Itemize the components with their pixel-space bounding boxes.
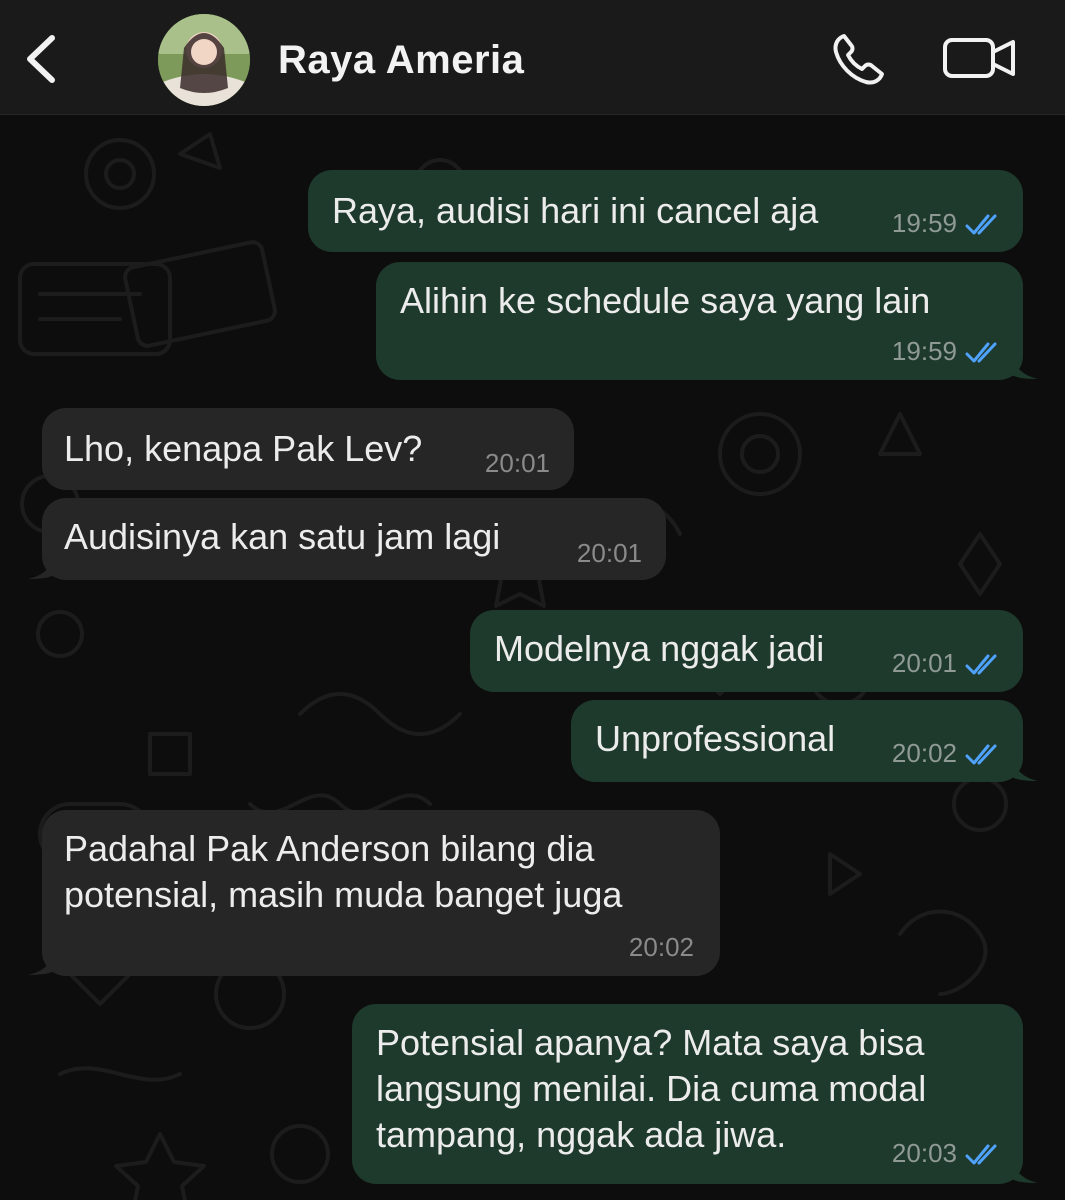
chat-header: Raya Ameria — [0, 0, 1065, 115]
message-meta: 19:59 — [892, 336, 1003, 366]
message-text: Potensial apanya? Mata saya bisa langsun… — [376, 1022, 927, 1155]
message-meta: 20:03 — [892, 1138, 1003, 1168]
message-time: 19:59 — [891, 336, 957, 366]
message-bubble-outgoing[interactable]: Potensial apanya? Mata saya bisa langsun… — [352, 1004, 1023, 1184]
message-text: Alihin ke schedule saya yang lain — [400, 280, 931, 321]
chevron-left-icon — [27, 35, 55, 83]
message-meta: 20:01 — [892, 648, 1003, 678]
back-button[interactable] — [20, 32, 64, 86]
message-text: Lho, kenapa Pak Lev? — [64, 428, 423, 469]
message-text: Audisinya kan satu jam lagi — [64, 516, 501, 557]
message-meta: 20:01 — [577, 538, 642, 568]
message-meta: 20:02 — [629, 932, 694, 962]
message-time: 20:01 — [891, 648, 957, 678]
message-time: 20:01 — [484, 448, 550, 478]
voice-call-button[interactable] — [830, 30, 892, 86]
bubble-tail — [28, 950, 56, 975]
message-time: 20:02 — [628, 932, 694, 962]
read-receipt-icon — [965, 342, 997, 363]
video-call-button[interactable] — [942, 34, 1018, 82]
bubble-tail — [1010, 352, 1038, 379]
message-text: Padahal Pak Anderson bilang dia potensia… — [64, 828, 623, 915]
message-bubble-incoming[interactable]: Padahal Pak Anderson bilang dia potensia… — [42, 810, 720, 976]
video-camera-icon — [943, 38, 1015, 78]
message-time: 19:59 — [891, 208, 957, 238]
message-text: Raya, audisi hari ini cancel aja — [332, 190, 819, 231]
bubble-tail — [1010, 1156, 1038, 1183]
message-meta: 20:01 — [485, 448, 550, 478]
message-meta: 19:59 — [892, 208, 1003, 238]
message-time: 20:02 — [891, 738, 957, 768]
message-bubble-outgoing[interactable]: Raya, audisi hari ini cancel aja 19:59 — [308, 170, 1023, 252]
read-receipt-icon — [965, 744, 997, 765]
bubble-tail — [28, 554, 56, 579]
avatar-photo — [158, 14, 250, 106]
read-receipt-icon — [965, 214, 997, 235]
message-bubble-outgoing[interactable]: Unprofessional 20:02 — [571, 700, 1023, 782]
message-meta: 20:02 — [892, 738, 1003, 768]
phone-icon — [833, 34, 884, 85]
contact-avatar[interactable] — [158, 14, 250, 106]
message-text: Modelnya nggak jadi — [494, 628, 825, 669]
read-receipt-icon — [965, 654, 997, 675]
read-receipt-icon — [965, 1144, 997, 1165]
message-bubble-outgoing[interactable]: Alihin ke schedule saya yang lain 19:59 — [376, 262, 1023, 380]
message-text: Unprofessional — [595, 718, 836, 759]
message-bubble-incoming[interactable]: Lho, kenapa Pak Lev? 20:01 — [42, 408, 574, 490]
message-time: 20:01 — [576, 538, 642, 568]
contact-name[interactable]: Raya Ameria — [278, 38, 524, 83]
message-time: 20:03 — [891, 1138, 957, 1168]
message-bubble-incoming[interactable]: Audisinya kan satu jam lagi 20:01 — [42, 498, 666, 580]
message-bubble-outgoing[interactable]: Modelnya nggak jadi 20:01 — [470, 610, 1023, 692]
bubble-tail — [1010, 754, 1038, 781]
